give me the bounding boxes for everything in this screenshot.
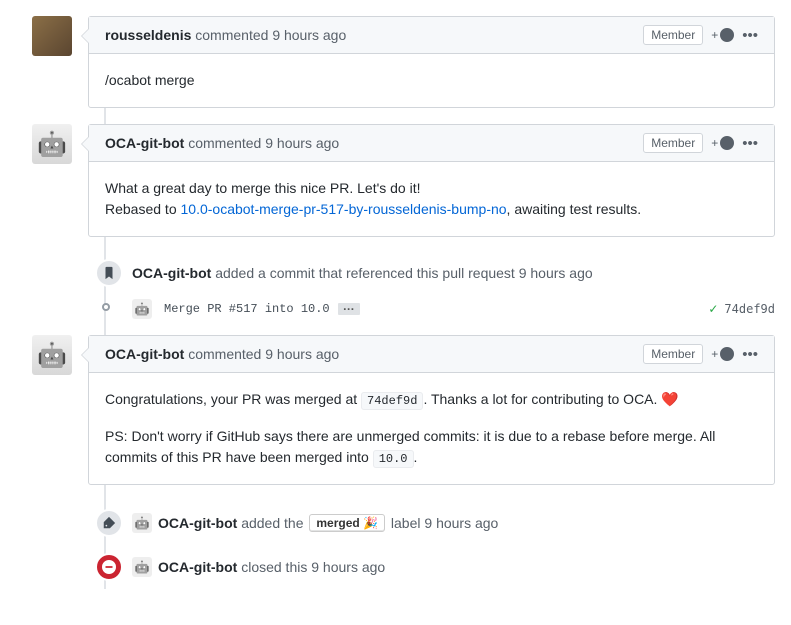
timestamp-link[interactable]: 9 hours ago: [519, 265, 593, 281]
avatar-small[interactable]: [132, 299, 152, 319]
author-link[interactable]: OCA-git-bot: [105, 135, 184, 151]
add-reaction-button[interactable]: +: [711, 136, 734, 150]
branch-code: 10.0: [373, 450, 414, 468]
timestamp-link[interactable]: 9 hours ago: [424, 515, 498, 531]
commit-sha-link[interactable]: 74def9d: [724, 302, 775, 316]
label-badge[interactable]: merged 🎉: [309, 514, 385, 532]
comment-body: /ocabot merge: [89, 54, 774, 107]
add-reaction-button[interactable]: +: [711, 347, 734, 361]
comment: rousseldenis commented 9 hours ago Membe…: [88, 16, 775, 108]
event-action: added a commit that referenced this pull…: [215, 265, 515, 281]
author-link[interactable]: OCA-git-bot: [158, 559, 237, 575]
expand-commit-button[interactable]: …: [338, 303, 360, 315]
comment: OCA-git-bot commented 9 hours ago Member…: [88, 124, 775, 237]
comment-box: rousseldenis commented 9 hours ago Membe…: [88, 16, 775, 108]
timestamp-link[interactable]: 9 hours ago: [265, 135, 339, 151]
timeline: rousseldenis commented 9 hours ago Membe…: [16, 16, 775, 589]
timeline-event-closed: OCA-git-bot closed this 9 hours ago: [88, 545, 775, 589]
closed-icon: [95, 553, 123, 581]
bookmark-icon: [95, 259, 123, 287]
tag-icon: [95, 509, 123, 537]
author-link[interactable]: OCA-git-bot: [158, 515, 237, 531]
comment-box: OCA-git-bot commented 9 hours ago Member…: [88, 124, 775, 237]
comment-box: OCA-git-bot commented 9 hours ago Member…: [88, 335, 775, 485]
commit-sha-code[interactable]: 74def9d: [361, 392, 423, 410]
commit-row: Merge PR #517 into 10.0 … ✓ 74def9d: [88, 293, 775, 335]
author-link[interactable]: OCA-git-bot: [105, 346, 184, 362]
role-badge: Member: [643, 25, 703, 45]
avatar[interactable]: [32, 16, 72, 56]
kebab-menu-icon[interactable]: •••: [742, 27, 758, 44]
event-action: closed this: [241, 559, 307, 575]
comment: OCA-git-bot commented 9 hours ago Member…: [88, 335, 775, 485]
timeline-event-label: OCA-git-bot added the merged 🎉 label 9 h…: [88, 501, 775, 545]
comment-body: What a great day to merge this nice PR. …: [89, 162, 774, 236]
role-badge: Member: [643, 344, 703, 364]
comment-text: What a great day to merge this nice PR. …: [105, 178, 758, 220]
author-link[interactable]: rousseldenis: [105, 27, 191, 43]
timestamp-link[interactable]: 9 hours ago: [272, 27, 346, 43]
avatar-small[interactable]: [132, 557, 152, 577]
avatar-small[interactable]: [132, 513, 152, 533]
avatar[interactable]: [32, 335, 72, 375]
comment-text: PS: Don't worry if GitHub says there are…: [105, 426, 758, 468]
timeline-event-reference: OCA-git-bot added a commit that referenc…: [88, 253, 775, 293]
avatar[interactable]: [32, 124, 72, 164]
commit-message[interactable]: Merge PR #517 into 10.0: [164, 302, 330, 316]
author-link[interactable]: OCA-git-bot: [132, 265, 211, 281]
timestamp-link[interactable]: 9 hours ago: [265, 346, 339, 362]
event-post: label: [391, 515, 421, 531]
comment-header: OCA-git-bot commented 9 hours ago Member…: [89, 336, 774, 373]
role-badge: Member: [643, 133, 703, 153]
add-reaction-button[interactable]: +: [711, 28, 734, 42]
branch-link[interactable]: 10.0-ocabot-merge-pr-517-by-rousseldenis…: [181, 201, 507, 217]
comment-action: commented: [195, 27, 268, 43]
timestamp-link[interactable]: 9 hours ago: [311, 559, 385, 575]
comment-header: OCA-git-bot commented 9 hours ago Member…: [89, 125, 774, 162]
comment-action: commented: [188, 346, 261, 362]
commit-dot-icon: [102, 303, 110, 311]
heart-icon: ❤️: [661, 391, 678, 407]
event-pre: added the: [241, 515, 303, 531]
comment-header: rousseldenis commented 9 hours ago Membe…: [89, 17, 774, 54]
kebab-menu-icon[interactable]: •••: [742, 346, 758, 363]
comment-body: Congratulations, your PR was merged at 7…: [89, 373, 774, 484]
kebab-menu-icon[interactable]: •••: [742, 135, 758, 152]
comment-text: Congratulations, your PR was merged at 7…: [105, 389, 758, 410]
comment-text: /ocabot merge: [105, 70, 758, 91]
comment-action: commented: [188, 135, 261, 151]
check-icon[interactable]: ✓: [708, 302, 718, 316]
